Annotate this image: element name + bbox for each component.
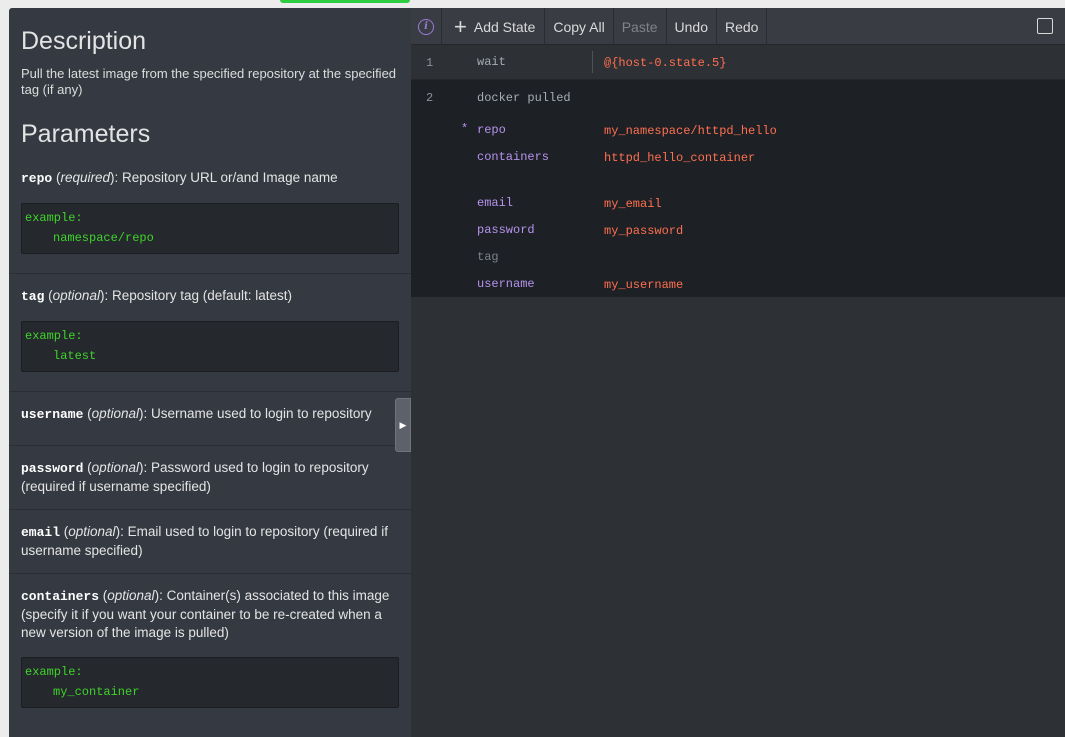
field-value-username[interactable]: my_username — [604, 278, 683, 292]
description-text: Pull the latest image from the specified… — [21, 66, 397, 97]
field-key-email: email — [477, 196, 514, 210]
field-key-username: username — [477, 277, 535, 291]
select-all-checkbox[interactable] — [1037, 18, 1053, 34]
editor-toolbar: i + Add State Copy All Paste Undo Redo — [411, 8, 1065, 45]
info-icon: i — [418, 18, 434, 35]
param-email: email (optional): Email used to login to… — [9, 510, 411, 574]
example-label: example: — [25, 665, 83, 679]
add-state-label: Add State — [473, 18, 536, 35]
state-header: docker pulled — [477, 91, 571, 105]
param-tag: tag (optional): Repository tag (default:… — [9, 274, 411, 392]
state-value[interactable]: @{host-0.state.5} — [604, 56, 726, 70]
column-divider — [592, 51, 593, 73]
field-value-containers[interactable]: httpd_hello_container — [604, 151, 755, 165]
triangle-right-icon: ▶ — [399, 419, 407, 430]
help-panel: Description Pull the latest image from t… — [9, 8, 411, 737]
param-password-description: password (optional): Password used to lo… — [21, 460, 369, 494]
add-state-button[interactable]: + Add State — [442, 8, 546, 45]
description-heading: Description — [21, 27, 147, 55]
field-value-repo[interactable]: my_namespace/httpd_hello — [604, 124, 777, 138]
redo-button[interactable]: Redo — [717, 8, 768, 45]
param-qualifier: optional — [68, 524, 116, 539]
state-row-1[interactable]: 1 wait @{host-0.state.5} — [411, 45, 1065, 80]
state-row-2[interactable]: 2 docker pulled * repo my_namespace/http… — [411, 80, 1065, 297]
param-text: : Repository tag (default: latest) — [104, 288, 293, 303]
param-name: tag — [21, 289, 45, 304]
parameters-heading: Parameters — [21, 120, 151, 148]
field-key-password: password — [477, 223, 535, 237]
copy-all-button[interactable]: Copy All — [545, 8, 614, 45]
param-repo: repo (required): Repository URL or/and I… — [9, 149, 411, 274]
collapse-panel-button[interactable]: ▶ — [395, 398, 411, 452]
param-password: password (optional): Password used to lo… — [9, 446, 411, 510]
param-containers: containers (optional): Container(s) asso… — [9, 574, 411, 727]
paste-button[interactable]: Paste — [614, 8, 667, 45]
example-label: example: — [25, 329, 83, 343]
param-qualifier: optional — [91, 406, 139, 421]
field-key-tag: tag — [477, 250, 499, 264]
param-text: : Repository URL or/and Image name — [114, 170, 338, 185]
param-qualifier: optional — [91, 460, 139, 475]
plus-icon: + — [454, 13, 467, 39]
example-value: my_container — [53, 685, 140, 699]
param-containers-description: containers (optional): Container(s) asso… — [21, 588, 390, 640]
param-name: username — [21, 407, 84, 422]
param-name: repo — [21, 171, 53, 186]
param-text: : Username used to login to repository — [143, 406, 372, 421]
field-key-repo: repo — [477, 123, 506, 137]
example-value: latest — [53, 349, 97, 363]
param-email-description: email (optional): Email used to login to… — [21, 524, 388, 558]
state-editor: i + Add State Copy All Paste Undo Redo 1… — [411, 8, 1065, 737]
field-key-containers: containers — [477, 150, 550, 164]
info-button[interactable]: i — [411, 8, 442, 45]
param-containers-example: example: my_container — [21, 657, 399, 708]
required-marker: * — [461, 122, 469, 136]
param-repo-description: repo (required): Repository URL or/and I… — [21, 170, 338, 186]
param-name: email — [21, 525, 61, 540]
field-value-password[interactable]: my_password — [604, 224, 683, 238]
line-number: 2 — [426, 91, 434, 105]
param-name: password — [21, 461, 84, 476]
param-tag-example: example: latest — [21, 321, 399, 372]
example-value: namespace/repo — [53, 231, 154, 245]
param-tag-description: tag (optional): Repository tag (default:… — [21, 288, 293, 304]
param-qualifier: optional — [107, 588, 155, 603]
param-username: username (optional): Username used to lo… — [9, 392, 411, 446]
example-label: example: — [25, 211, 83, 225]
param-qualifier: optional — [52, 288, 100, 303]
line-number: 1 — [426, 56, 434, 70]
background-accent-bar — [280, 0, 410, 3]
param-qualifier: required — [60, 170, 110, 185]
field-value-email[interactable]: my_email — [604, 197, 662, 211]
param-name: containers — [21, 589, 100, 604]
undo-button[interactable]: Undo — [667, 8, 717, 45]
state-key: wait — [477, 55, 506, 69]
param-repo-example: example: namespace/repo — [21, 203, 399, 254]
param-username-description: username (optional): Username used to lo… — [21, 406, 372, 422]
